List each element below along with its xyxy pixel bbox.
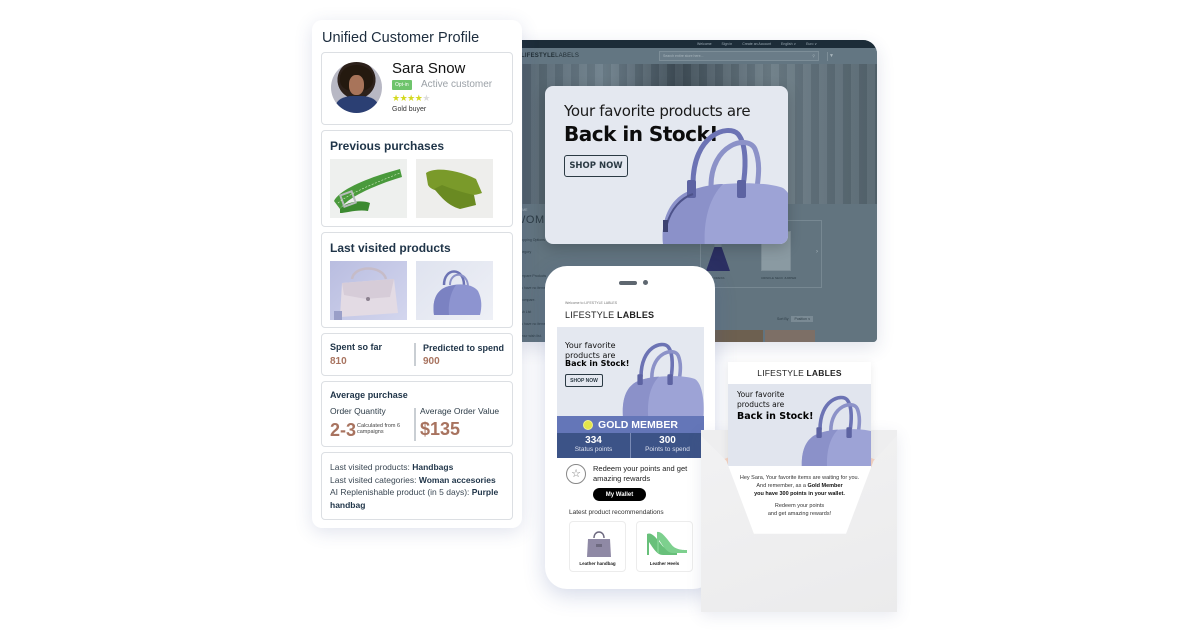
sign-in-link[interactable]: Sign in xyxy=(722,42,733,46)
predicted-spend-value: 900 xyxy=(423,356,440,367)
my-wallet-button[interactable]: My Wallet xyxy=(593,488,646,501)
star-empty-icon: ★ xyxy=(422,93,430,103)
last-visited-categories-info: Last visited categories: Woman accesorie… xyxy=(330,474,496,485)
phone-camera xyxy=(643,280,648,285)
mobile-phone-mockup: Welcome to LIFESTYLE LABLES LIFESTYLE LA… xyxy=(545,266,715,589)
welcome-text: Welcome to LIFESTYLE LABLES xyxy=(565,301,618,305)
welcome-text: Welcome xyxy=(697,42,712,46)
handbag-image xyxy=(662,128,788,244)
recommendation-card[interactable]: Leather Heels xyxy=(636,521,693,572)
last-visited-products-box: Last visited products xyxy=(321,232,513,328)
status-points: 334 Status points xyxy=(574,435,613,453)
gold-member-bar: GOLD MEMBER xyxy=(557,416,704,433)
predicted-spend-label: Predicted to spend xyxy=(423,343,505,353)
cart-icon[interactable]: ▼ xyxy=(827,51,835,61)
customer-identity-box: Sara Snow Opt-in Active customer ★★★★★ G… xyxy=(321,52,513,125)
star-filled-icon: ★ xyxy=(407,93,415,103)
green-gloves-image[interactable] xyxy=(416,159,493,218)
phone-speaker xyxy=(619,281,637,285)
app-logo: LIFESTYLE LABLES xyxy=(565,310,655,320)
member-tier-label: GOLD MEMBER xyxy=(598,418,678,431)
create-account-link[interactable]: Create an Account xyxy=(742,42,771,46)
divider xyxy=(414,408,416,441)
opt-in-badge: Opt-in xyxy=(392,80,412,90)
order-quantity-label: Order Quantity xyxy=(330,406,386,416)
reward-text: Redeem your points and get amazing rewar… xyxy=(593,464,688,483)
lilac-handbag-image[interactable] xyxy=(330,261,407,320)
leather-handbag-image xyxy=(587,531,611,557)
leather-heels-image xyxy=(647,531,687,555)
search-icon[interactable]: ⚲ xyxy=(812,54,815,58)
replenishable-product-info: AI Replenishable product (in 5 days): Pu… xyxy=(330,487,499,510)
spent-so-far-label: Spent so far xyxy=(330,342,383,352)
previous-purchases-title: Previous purchases xyxy=(330,139,445,153)
customer-status: Active customer xyxy=(421,79,493,90)
previous-purchases-box: Previous purchases xyxy=(321,130,513,227)
email-banner-text: Your favorite products are xyxy=(737,390,785,409)
average-purchase-box: Average purchase Order Quantity 2-3 Calc… xyxy=(321,381,513,447)
star-badge-icon: ☆ xyxy=(566,464,586,484)
shop-now-button[interactable]: SHOP NOW xyxy=(564,155,628,177)
last-visited-title: Last visited products xyxy=(330,241,451,255)
website-search-input[interactable]: Search entire store here... ⚲ xyxy=(659,51,819,61)
email-banner: Your favorite products are Back in Stock! xyxy=(728,384,871,466)
star-filled-icon: ★ xyxy=(392,93,400,103)
divider xyxy=(414,343,416,366)
points-summary: 334 Status points 300 Points to spend xyxy=(557,433,704,458)
language-select[interactable]: English ∨ xyxy=(781,42,796,46)
behavior-insights-box: Last visited products: Handbags Last vis… xyxy=(321,452,513,520)
banner-text: Your favorite products are xyxy=(565,341,616,360)
spent-so-far-value: 810 xyxy=(330,356,347,367)
gold-coin-icon xyxy=(583,419,594,430)
unified-customer-profile-card: Unified Customer Profile Sara Snow Opt-i… xyxy=(312,20,522,528)
email-logo: LIFESTYLE LABLES xyxy=(757,368,842,378)
customer-tier: Gold buyer xyxy=(392,106,427,113)
handbag-image xyxy=(622,342,704,416)
recommendations-title: Latest product recommendations xyxy=(569,509,664,516)
order-quantity-value: 2-3 xyxy=(330,420,357,440)
sort-select[interactable]: Position ∨ xyxy=(791,316,814,322)
handbag-image xyxy=(801,395,871,466)
website-header: LIFESTYLELABELS Search entire store here… xyxy=(515,48,877,64)
profile-title: Unified Customer Profile xyxy=(322,30,480,46)
shop-now-button[interactable]: SHOP NOW xyxy=(565,374,603,387)
aov-label: Average Order Value xyxy=(420,406,500,416)
back-in-stock-banner: Your favorite products are Back in Stock… xyxy=(545,86,788,244)
spend-summary-box: Spent so far 810 Predicted to spend 900 xyxy=(321,333,513,376)
email-message: Hey Sara, Your favorite items are waitin… xyxy=(739,475,860,497)
points-to-spend: 300 Points to spend xyxy=(630,433,704,458)
average-purchase-title: Average purchase xyxy=(330,390,408,400)
last-visited-products-info: Last visited products: Handbags xyxy=(330,462,454,472)
currency-select[interactable]: Euro ∨ xyxy=(806,42,817,46)
customer-name: Sara Snow xyxy=(392,60,466,77)
website-logo[interactable]: LIFESTYLELABELS xyxy=(521,53,651,59)
product-thumbnail[interactable] xyxy=(765,330,815,342)
carousel-next-icon[interactable]: › xyxy=(816,249,818,255)
mobile-promo-banner: Your favorite products are Back in Stock!… xyxy=(557,327,704,416)
email-redeem-text: Redeem your points and get amazing rewar… xyxy=(767,503,832,517)
email-preview: LIFESTYLE LABLES Your favorite products a… xyxy=(728,362,871,535)
rating-stars: ★★★★★ xyxy=(392,93,430,104)
recommendation-card[interactable]: Leather handbag xyxy=(569,521,626,572)
purple-handbag-image[interactable] xyxy=(416,261,493,320)
avatar xyxy=(331,62,382,113)
website-topbar: Welcome Sign in Create an Account Englis… xyxy=(515,40,877,48)
product-thumbnail[interactable] xyxy=(713,330,763,342)
order-quantity-note: Calculated from 6 campaigns xyxy=(357,423,401,435)
green-belt-image[interactable] xyxy=(330,159,407,218)
promo-headline: Your favorite products are xyxy=(564,102,751,120)
aov-value: $135 xyxy=(420,419,461,439)
sort-control[interactable]: Sort By Position ∨ xyxy=(777,316,814,322)
